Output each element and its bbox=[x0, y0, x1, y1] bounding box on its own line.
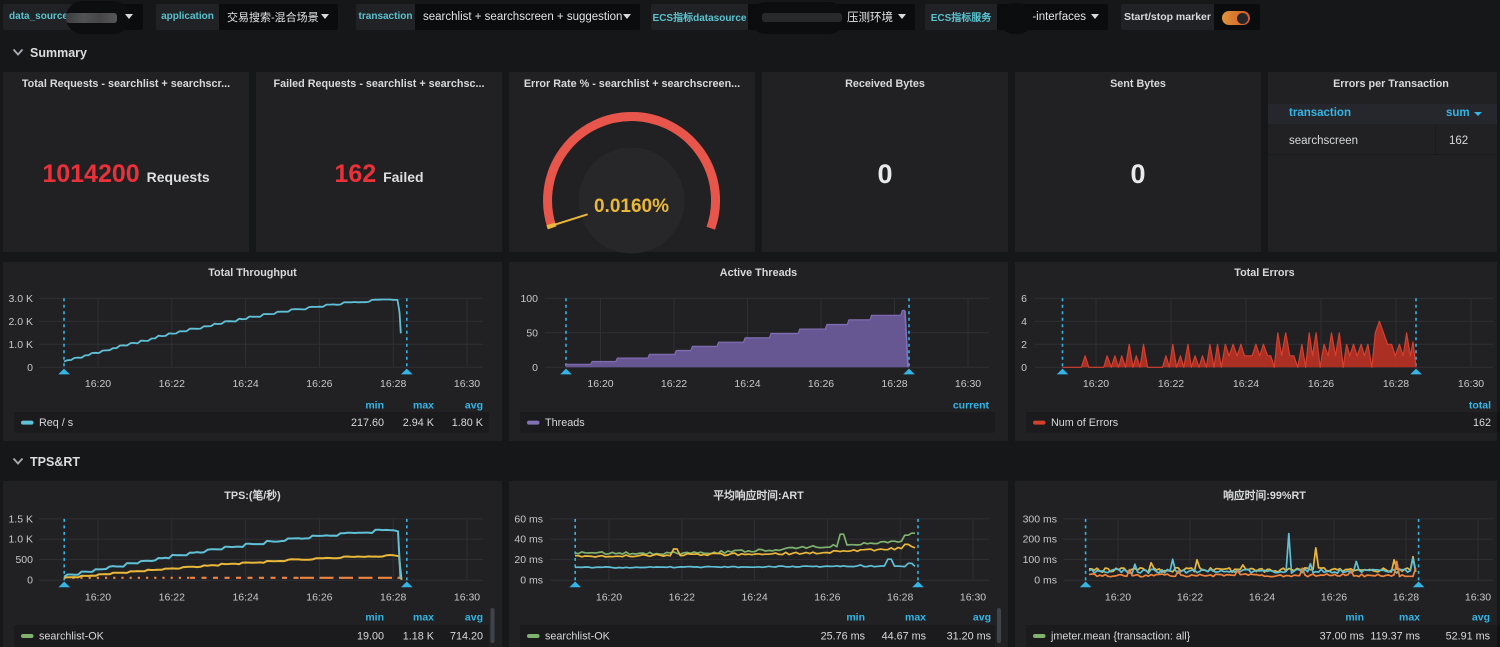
svg-text:min: min bbox=[846, 612, 865, 624]
svg-text:4: 4 bbox=[1021, 316, 1027, 328]
svg-text:217.60: 217.60 bbox=[351, 417, 384, 429]
svg-text:6: 6 bbox=[1021, 293, 1027, 305]
svg-text:40 ms: 40 ms bbox=[514, 534, 543, 546]
svg-text:16:28: 16:28 bbox=[1393, 592, 1419, 604]
svg-text:16:28: 16:28 bbox=[380, 378, 406, 390]
svg-text:500: 500 bbox=[15, 554, 33, 566]
svg-text:16:28: 16:28 bbox=[887, 592, 913, 604]
svg-text:0: 0 bbox=[27, 362, 33, 374]
svg-text:1.5 K: 1.5 K bbox=[8, 513, 33, 525]
svg-text:16:26: 16:26 bbox=[808, 378, 834, 390]
svg-text:16:22: 16:22 bbox=[159, 592, 185, 604]
svg-text:Num of Errors: Num of Errors bbox=[1051, 417, 1119, 429]
svg-text:0: 0 bbox=[1021, 362, 1027, 374]
svg-text:119.37 ms: 119.37 ms bbox=[1370, 631, 1420, 643]
svg-text:total: total bbox=[1469, 400, 1491, 412]
svg-text:3.0 K: 3.0 K bbox=[8, 293, 33, 305]
svg-text:16:24: 16:24 bbox=[734, 378, 760, 390]
svg-text:max: max bbox=[413, 612, 434, 624]
svg-text:2.0 K: 2.0 K bbox=[8, 316, 33, 328]
svg-text:16:30: 16:30 bbox=[454, 592, 480, 604]
svg-text:1.0 K: 1.0 K bbox=[8, 534, 33, 546]
svg-text:16:24: 16:24 bbox=[1249, 592, 1275, 604]
svg-text:jmeter.mean {transaction: all}: jmeter.mean {transaction: all} bbox=[1050, 631, 1191, 643]
svg-text:16:30: 16:30 bbox=[454, 378, 480, 390]
svg-text:2.94 K: 2.94 K bbox=[403, 417, 435, 429]
svg-text:16:26: 16:26 bbox=[306, 378, 332, 390]
svg-text:Threads: Threads bbox=[545, 417, 585, 429]
svg-text:16:20: 16:20 bbox=[1105, 592, 1131, 604]
svg-text:16:22: 16:22 bbox=[1158, 378, 1184, 390]
svg-text:searchlist-OK: searchlist-OK bbox=[39, 631, 105, 643]
svg-text:16:24: 16:24 bbox=[1233, 378, 1259, 390]
svg-text:16:24: 16:24 bbox=[232, 378, 258, 390]
svg-text:16:22: 16:22 bbox=[669, 592, 695, 604]
svg-text:16:30: 16:30 bbox=[960, 592, 986, 604]
svg-text:2: 2 bbox=[1021, 339, 1027, 351]
svg-text:200 ms: 200 ms bbox=[1023, 534, 1057, 546]
svg-text:16:28: 16:28 bbox=[881, 378, 907, 390]
svg-text:16:30: 16:30 bbox=[1458, 378, 1484, 390]
svg-text:16:28: 16:28 bbox=[1383, 378, 1409, 390]
svg-text:avg: avg bbox=[1472, 612, 1490, 624]
svg-text:162: 162 bbox=[1473, 417, 1491, 429]
svg-text:0.0160%: 0.0160% bbox=[594, 196, 669, 217]
svg-text:31.20 ms: 31.20 ms bbox=[947, 631, 992, 643]
svg-text:16:30: 16:30 bbox=[955, 378, 981, 390]
svg-text:0 ms: 0 ms bbox=[520, 575, 543, 587]
svg-text:50: 50 bbox=[526, 327, 538, 339]
svg-text:16:24: 16:24 bbox=[741, 592, 767, 604]
svg-text:16:20: 16:20 bbox=[587, 378, 613, 390]
svg-text:1.18 K: 1.18 K bbox=[403, 631, 435, 643]
svg-text:16:20: 16:20 bbox=[85, 592, 111, 604]
svg-text:16:20: 16:20 bbox=[85, 378, 111, 390]
svg-text:16:22: 16:22 bbox=[159, 378, 185, 390]
svg-text:300 ms: 300 ms bbox=[1023, 513, 1057, 525]
svg-text:44.67 ms: 44.67 ms bbox=[882, 631, 927, 643]
svg-text:16:30: 16:30 bbox=[1465, 592, 1491, 604]
svg-text:0 ms: 0 ms bbox=[1034, 575, 1057, 587]
svg-text:37.00 ms: 37.00 ms bbox=[1320, 631, 1365, 643]
svg-text:16:20: 16:20 bbox=[596, 592, 622, 604]
svg-text:avg: avg bbox=[973, 612, 991, 624]
svg-text:current: current bbox=[953, 400, 990, 412]
svg-text:52.91 ms: 52.91 ms bbox=[1446, 631, 1491, 643]
svg-text:16:22: 16:22 bbox=[1177, 592, 1203, 604]
svg-text:60 ms: 60 ms bbox=[514, 513, 543, 525]
svg-text:max: max bbox=[413, 400, 434, 412]
svg-text:avg: avg bbox=[465, 400, 483, 412]
svg-text:max: max bbox=[1399, 612, 1420, 624]
svg-text:16:26: 16:26 bbox=[814, 592, 840, 604]
svg-text:Req / s: Req / s bbox=[39, 417, 74, 429]
svg-text:0: 0 bbox=[27, 575, 33, 587]
svg-text:16:26: 16:26 bbox=[1321, 592, 1347, 604]
svg-text:16:22: 16:22 bbox=[661, 378, 687, 390]
svg-text:16:20: 16:20 bbox=[1083, 378, 1109, 390]
svg-text:19.00: 19.00 bbox=[357, 631, 384, 643]
svg-text:searchlist-OK: searchlist-OK bbox=[545, 631, 611, 643]
svg-text:16:28: 16:28 bbox=[380, 592, 406, 604]
svg-text:min: min bbox=[365, 612, 384, 624]
svg-text:1.0 K: 1.0 K bbox=[8, 339, 33, 351]
svg-text:16:26: 16:26 bbox=[1308, 378, 1334, 390]
svg-text:min: min bbox=[1345, 612, 1364, 624]
svg-text:avg: avg bbox=[465, 612, 483, 624]
svg-text:16:26: 16:26 bbox=[306, 592, 332, 604]
svg-text:714.20: 714.20 bbox=[450, 631, 483, 643]
svg-text:0: 0 bbox=[532, 362, 538, 374]
svg-text:20 ms: 20 ms bbox=[514, 554, 543, 566]
svg-text:max: max bbox=[905, 612, 926, 624]
svg-text:100: 100 bbox=[520, 293, 538, 305]
svg-text:1.80 K: 1.80 K bbox=[452, 417, 484, 429]
svg-text:100 ms: 100 ms bbox=[1023, 554, 1057, 566]
svg-text:min: min bbox=[365, 400, 384, 412]
svg-text:25.76 ms: 25.76 ms bbox=[821, 631, 866, 643]
svg-text:16:24: 16:24 bbox=[232, 592, 258, 604]
